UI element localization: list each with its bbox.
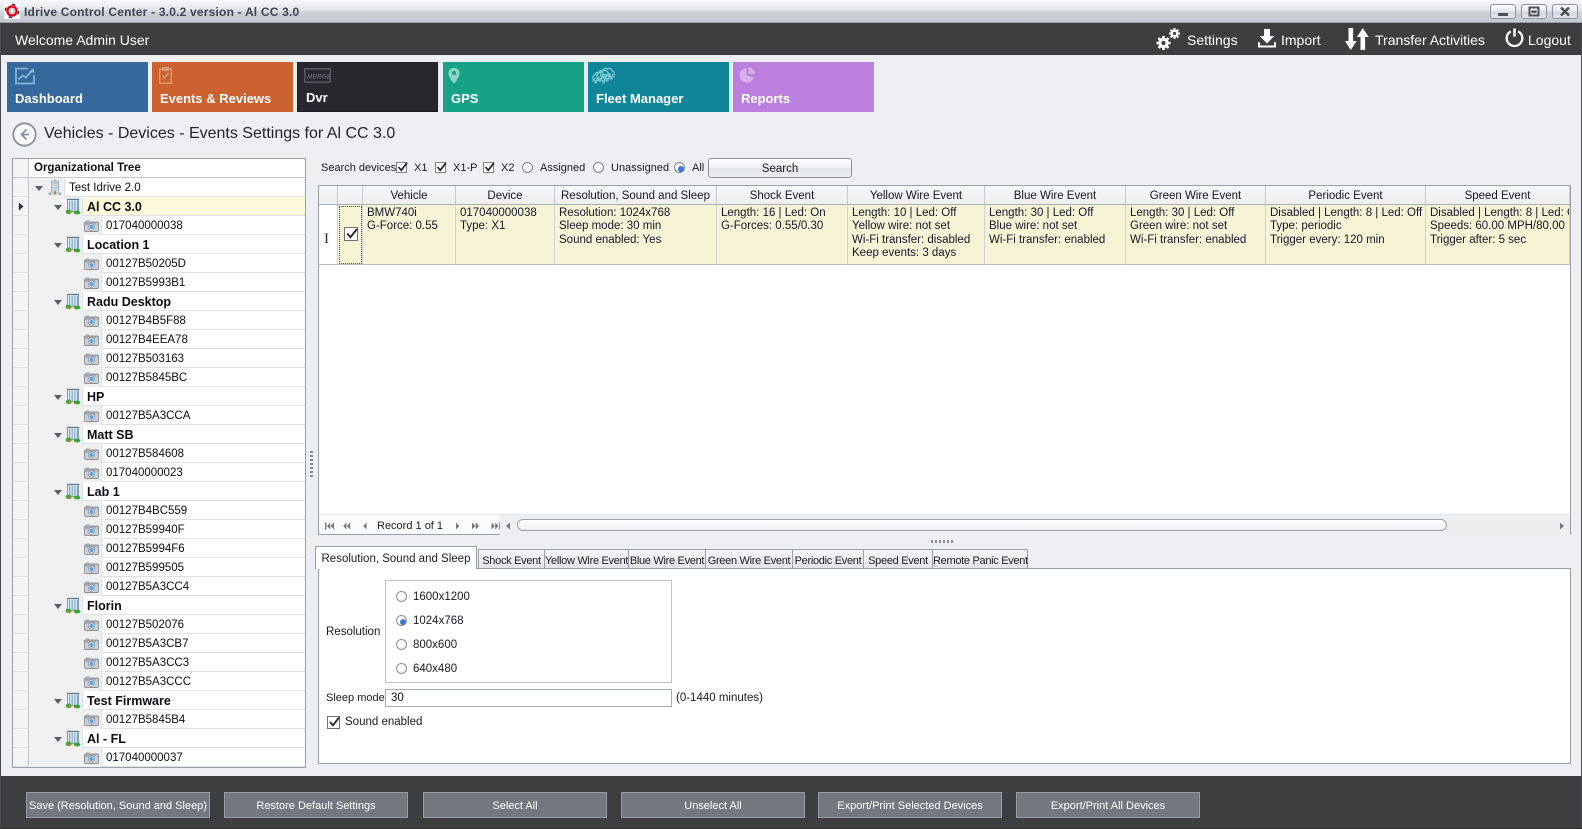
svg-text:MERGE: MERGE xyxy=(307,74,331,81)
